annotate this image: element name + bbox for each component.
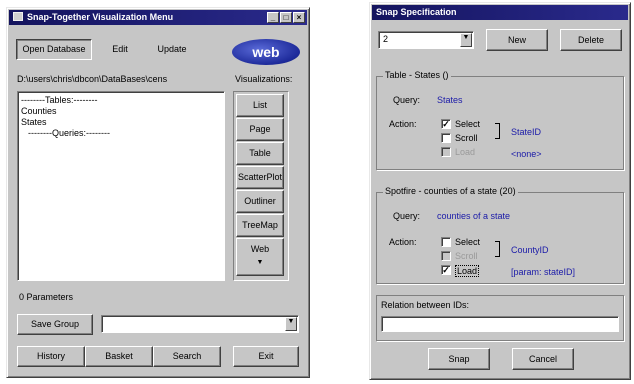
tree-item-states[interactable]: States	[21, 117, 47, 127]
group2-action-label: Action:	[389, 237, 417, 247]
group1-action-label: Action:	[389, 119, 417, 129]
delete-button[interactable]: Delete	[560, 29, 622, 51]
vis-treemap-button[interactable]: TreeMap	[236, 214, 284, 237]
table-states-group: Table - States () Query: States Action: …	[376, 70, 624, 170]
vis-page-button[interactable]: Page	[236, 118, 284, 141]
exit-button[interactable]: Exit	[233, 346, 299, 367]
group-combo[interactable]: ▼	[101, 315, 299, 333]
save-group-button[interactable]: Save Group	[17, 314, 93, 335]
snap-button[interactable]: Snap	[428, 348, 490, 370]
vis-web-button[interactable]: Web ▼	[236, 238, 284, 276]
menu-window-title: Snap-Together Visualization Menu	[27, 12, 174, 22]
scroll-down-icon: ▼	[256, 259, 264, 266]
group1-select-label: Select	[455, 119, 481, 129]
group1-param-label[interactable]: <none>	[511, 149, 542, 159]
group2-bracket	[495, 241, 500, 257]
group1-query-label: Query:	[393, 95, 421, 105]
group2-title: Spotfire - counties of a state (20)	[383, 186, 518, 196]
parameters-count: 0 Parameters	[19, 292, 74, 302]
spec-window-title: Snap Specification	[376, 7, 457, 17]
cancel-button[interactable]: Cancel	[512, 348, 574, 370]
group2-load-checkbox[interactable]: ✓	[441, 265, 451, 275]
group1-query-value: States	[437, 95, 463, 105]
group2-select-checkbox[interactable]	[441, 237, 451, 247]
update-button[interactable]: Update	[147, 39, 197, 60]
tree-item-queries-header[interactable]: --------Queries:--------	[28, 128, 110, 138]
group1-select-checkbox[interactable]: ✓	[441, 119, 451, 129]
group1-load-checkbox	[441, 147, 451, 157]
vis-scatterplot-button[interactable]: ScatterPlot	[236, 166, 284, 189]
snap-menu-window: Snap-Together Visualization Menu _ □ × O…	[6, 7, 310, 378]
snap-specification-window: Snap Specification 2 ▼ New Delete Table …	[369, 2, 631, 380]
visualizations-label: Visualizations:	[235, 74, 293, 84]
group2-query-value: counties of a state	[437, 211, 511, 221]
group2-select-label: Select	[455, 237, 481, 247]
menu-titlebar[interactable]: Snap-Together Visualization Menu _ □ ×	[9, 10, 307, 25]
group1-title: Table - States ()	[383, 70, 451, 80]
group2-scroll-label: Scroll	[455, 251, 478, 261]
logo-text: web	[252, 44, 280, 60]
vis-web-label: Web	[250, 244, 270, 254]
group1-bracket	[495, 123, 500, 139]
chevron-down-icon[interactable]: ▼	[285, 317, 297, 331]
tables-list[interactable]: --------Tables:-------- Counties States …	[17, 91, 225, 281]
group2-param-label[interactable]: [param: stateID]	[511, 267, 575, 277]
snap-index-combo[interactable]: 2 ▼	[378, 31, 474, 49]
vis-list-button[interactable]: List	[236, 94, 284, 117]
basket-button[interactable]: Basket	[85, 346, 153, 367]
relation-group: Relation between IDs:	[376, 295, 624, 341]
app-icon	[13, 12, 23, 21]
relation-input[interactable]	[381, 316, 619, 332]
tree-item-tables-header[interactable]: --------Tables:--------	[21, 95, 97, 105]
database-path: D:\users\chris\dbcon\DataBases\cens	[17, 74, 168, 84]
group1-scroll-checkbox[interactable]	[441, 133, 451, 143]
close-button[interactable]: ×	[293, 12, 305, 23]
group1-scroll-label: Scroll	[455, 133, 478, 143]
search-button[interactable]: Search	[153, 346, 221, 367]
open-database-button[interactable]: Open Database	[16, 39, 92, 60]
group2-query-label: Query:	[393, 211, 421, 221]
history-button[interactable]: History	[17, 346, 85, 367]
spotfire-counties-group: Spotfire - counties of a state (20) Quer…	[376, 186, 624, 284]
maximize-button[interactable]: □	[280, 12, 292, 23]
vis-table-button[interactable]: Table	[236, 142, 284, 165]
tree-item-counties[interactable]: Counties	[21, 106, 57, 116]
vis-outliner-button[interactable]: Outliner	[236, 190, 284, 213]
group2-key-label[interactable]: CountyID	[511, 245, 549, 255]
relation-label: Relation between IDs:	[381, 300, 470, 310]
group2-scroll-checkbox	[441, 251, 451, 261]
snap-index-value: 2	[383, 34, 389, 44]
web-logo: web	[232, 39, 300, 65]
group1-load-label: Load	[455, 147, 476, 157]
edit-button[interactable]: Edit	[101, 39, 139, 60]
visualizations-panel: List Page Table ScatterPlot Outliner Tre…	[233, 91, 289, 281]
new-button[interactable]: New	[486, 29, 548, 51]
group2-load-label: Load	[455, 265, 480, 277]
spec-titlebar[interactable]: Snap Specification	[372, 5, 628, 20]
group1-key-label[interactable]: StateID	[511, 127, 541, 137]
minimize-button[interactable]: _	[267, 12, 279, 23]
chevron-down-icon[interactable]: ▼	[460, 33, 472, 47]
